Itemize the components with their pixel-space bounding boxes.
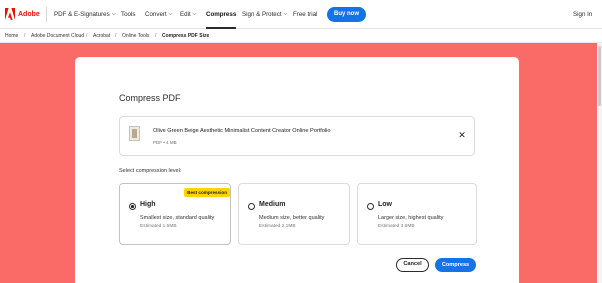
nav-compress[interactable]: Compress [206, 0, 237, 29]
nav-sign-protect-label: Sign & Protect [242, 11, 282, 18]
file-thumbnail-icon [129, 126, 140, 141]
best-compression-badge: Best compression [184, 188, 230, 197]
breadcrumb: Home / Adobe Document Cloud / Acrobat / … [0, 29, 602, 43]
sign-in-link[interactable]: Sign In [573, 0, 592, 29]
breadcrumb-online-tools[interactable]: Online Tools [122, 29, 149, 43]
nav-tools[interactable]: Tools [121, 0, 135, 29]
chevron-down-icon: ⌵ [168, 11, 173, 17]
compress-dialog: Compress PDF Olive Green Beige Aesthetic… [75, 57, 519, 283]
compression-level-label: Select compression level: [119, 168, 182, 174]
adobe-logo-icon[interactable] [5, 8, 15, 20]
nav-convert-label: Convert [145, 11, 167, 18]
radio-low[interactable] [367, 203, 374, 210]
option-title: High [140, 201, 156, 208]
nav-compress-label: Compress [206, 11, 237, 18]
nav-pdf-esignatures[interactable]: PDF & E-Signatures ⌵ [54, 0, 116, 29]
nav-free-trial-label: Free trial [293, 11, 318, 18]
breadcrumb-document-cloud[interactable]: Adobe Document Cloud [31, 29, 84, 43]
breadcrumb-acrobat[interactable]: Acrobat [93, 29, 110, 43]
nav-pdf-esignatures-label: PDF & E-Signatures [54, 11, 110, 18]
scrollbar-thumb[interactable] [598, 46, 601, 106]
option-title: Low [378, 201, 392, 208]
option-description: Smallest size, standard quality [140, 215, 215, 221]
nav-edit-label: Edit [180, 11, 191, 18]
option-description: Medium size, better quality [259, 215, 325, 221]
close-icon[interactable]: ✕ [457, 129, 467, 141]
option-title: Medium [259, 201, 286, 208]
nav-divider [46, 7, 47, 22]
nav-tools-label: Tools [121, 11, 136, 18]
nav-edit[interactable]: Edit ⌵ [180, 0, 196, 29]
nav-free-trial[interactable]: Free trial [293, 0, 317, 29]
option-estimate: Estimated 2.1MB [259, 224, 296, 229]
cancel-button[interactable]: Cancel [396, 258, 429, 272]
nav-convert[interactable]: Convert ⌵ [145, 0, 172, 29]
compress-button[interactable]: Compress [435, 258, 476, 272]
chevron-down-icon: ⌵ [111, 11, 116, 17]
option-description: Larger size, highest quality [378, 215, 444, 221]
option-estimate: Estimated 3.6MB [378, 224, 415, 229]
option-estimate: Estimated 1.5MB [140, 224, 177, 229]
breadcrumb-current: Compress PDF Size [162, 33, 210, 39]
file-name: Olive Green Beige Aesthetic Minimalist C… [153, 128, 331, 134]
radio-high[interactable] [129, 203, 136, 210]
breadcrumb-separator: / [155, 33, 157, 39]
breadcrumb-separator: / [24, 33, 26, 39]
breadcrumb-home[interactable]: Home [5, 29, 18, 43]
option-low[interactable]: Low Larger size, highest quality Estimat… [357, 183, 477, 245]
breadcrumb-separator: / [115, 33, 117, 39]
selected-file: Olive Green Beige Aesthetic Minimalist C… [119, 116, 475, 156]
radio-medium[interactable] [248, 203, 255, 210]
top-nav: Adobe PDF & E-Signatures ⌵ Tools Convert ⌵… [0, 0, 602, 29]
option-medium[interactable]: Medium Medium size, better quality Estim… [238, 183, 350, 245]
buy-now-button[interactable]: Buy now [327, 7, 366, 22]
dialog-title: Compress PDF [119, 93, 181, 103]
nav-sign-protect[interactable]: Sign & Protect ⌵ [242, 0, 287, 29]
brand-name[interactable]: Adobe [18, 0, 40, 29]
chevron-down-icon: ⌵ [192, 11, 197, 17]
file-meta: PDF • 4 MB [153, 140, 177, 145]
option-high[interactable]: Best compression High Smallest size, sta… [119, 183, 231, 245]
chevron-down-icon: ⌵ [283, 11, 288, 17]
breadcrumb-separator: / [86, 33, 88, 39]
